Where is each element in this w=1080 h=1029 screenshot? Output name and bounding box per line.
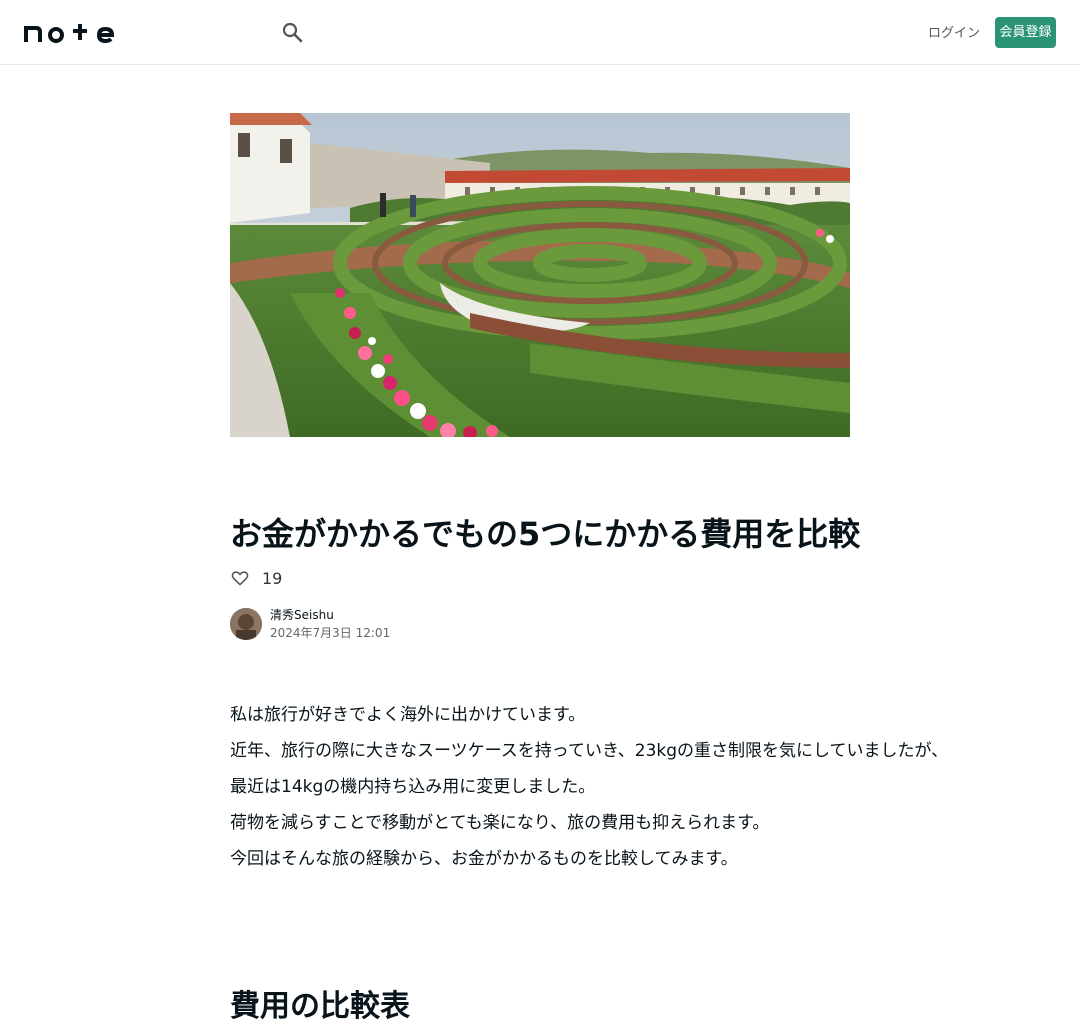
like-row: 19 [230, 566, 282, 590]
paragraph: 今回はそんな旅の経験から、お金がかかるものを比較してみます。 [230, 849, 738, 869]
paragraph: 近年、旅行の際に大きなスーツケースを持っていき、23kgの重さ制限を気にしていま… [230, 741, 949, 761]
like-count: 19 [262, 568, 283, 588]
site-header: ログイン 会員登録 [0, 0, 1080, 65]
note-logo[interactable] [24, 20, 124, 44]
avatar[interactable] [230, 608, 262, 640]
author-name[interactable]: 清秀Seishu [270, 606, 390, 624]
author-block: 清秀Seishu 2024年7月3日 12:01 [230, 606, 390, 642]
paragraph: 私は旅行が好きでよく海外に出かけています。 [230, 705, 586, 725]
paragraph: 最近は14kgの機内持ち込み用に変更しました。 [230, 777, 596, 797]
paragraph: 荷物を減らすことで移動がとても楽になり、旅の費用も抑えられます。 [230, 813, 770, 833]
garden-photo [230, 113, 850, 437]
login-link[interactable]: ログイン [928, 22, 980, 42]
heart-icon[interactable] [230, 568, 250, 588]
hero-image [230, 113, 850, 437]
article-title: お金がかかるでもの5つにかかる費用を比較 [230, 515, 861, 553]
search-icon[interactable] [280, 20, 304, 44]
article-body: 私は旅行が好きでよく海外に出かけています。 近年、旅行の際に大きなスーツケースを… [230, 697, 949, 877]
section-heading: 費用の比較表 [230, 989, 410, 1024]
post-date: 2024年7月3日 12:01 [270, 626, 391, 640]
signup-button[interactable]: 会員登録 [995, 17, 1056, 48]
